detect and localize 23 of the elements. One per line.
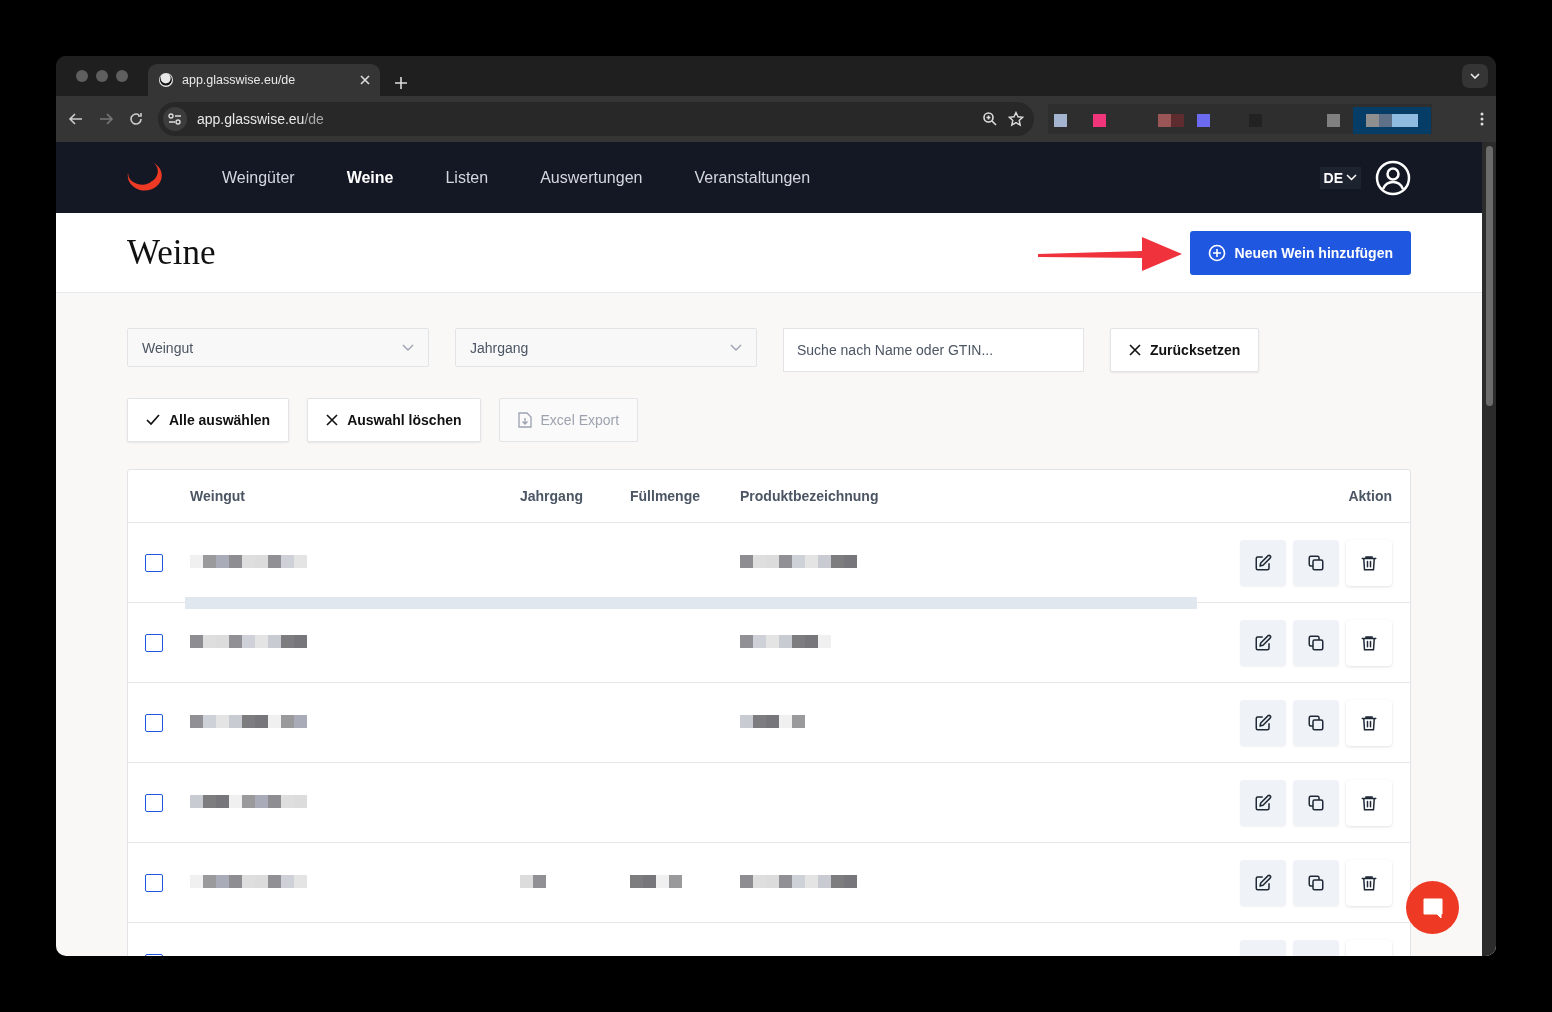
nav-link[interactable]: Veranstaltungen — [668, 160, 837, 195]
column-header: Produktbezeichnung — [740, 488, 879, 504]
language-select[interactable]: DE — [1319, 166, 1361, 189]
nav-link[interactable]: Listen — [419, 160, 515, 195]
browser-tab[interactable]: app.glasswise.eu/de — [148, 64, 380, 96]
winery-select[interactable]: Weingut — [127, 328, 429, 367]
nav-link[interactable]: Auswertungen — [514, 160, 669, 195]
column-header: Aktion — [1348, 488, 1392, 504]
column-header: Füllmenge — [630, 488, 700, 504]
add-wine-button[interactable]: Neuen Wein hinzufügen — [1189, 230, 1411, 275]
url-text: app.glasswise.eu/de — [197, 111, 325, 127]
column-header: Jahrgang — [520, 488, 583, 504]
nav-link[interactable]: Weingüter — [196, 160, 321, 195]
page-title: Weine — [127, 232, 216, 273]
reset-button[interactable]: Zurücksetzen — [1110, 328, 1260, 372]
column-header: Weingut — [190, 488, 245, 504]
tab-title: app.glasswise.eu/de — [182, 73, 297, 87]
vintage-select[interactable]: Jahrgang — [455, 328, 757, 367]
search-field[interactable]: Suche nach Name oder GTIN... — [783, 328, 1084, 372]
address-bar[interactable]: app.glasswise.eu/de — [158, 102, 1034, 136]
select-all-button[interactable]: Alle auswählen — [127, 398, 290, 442]
nav-link[interactable]: Weine — [320, 160, 420, 195]
clear-selection-button[interactable]: Auswahl löschen — [307, 398, 481, 442]
